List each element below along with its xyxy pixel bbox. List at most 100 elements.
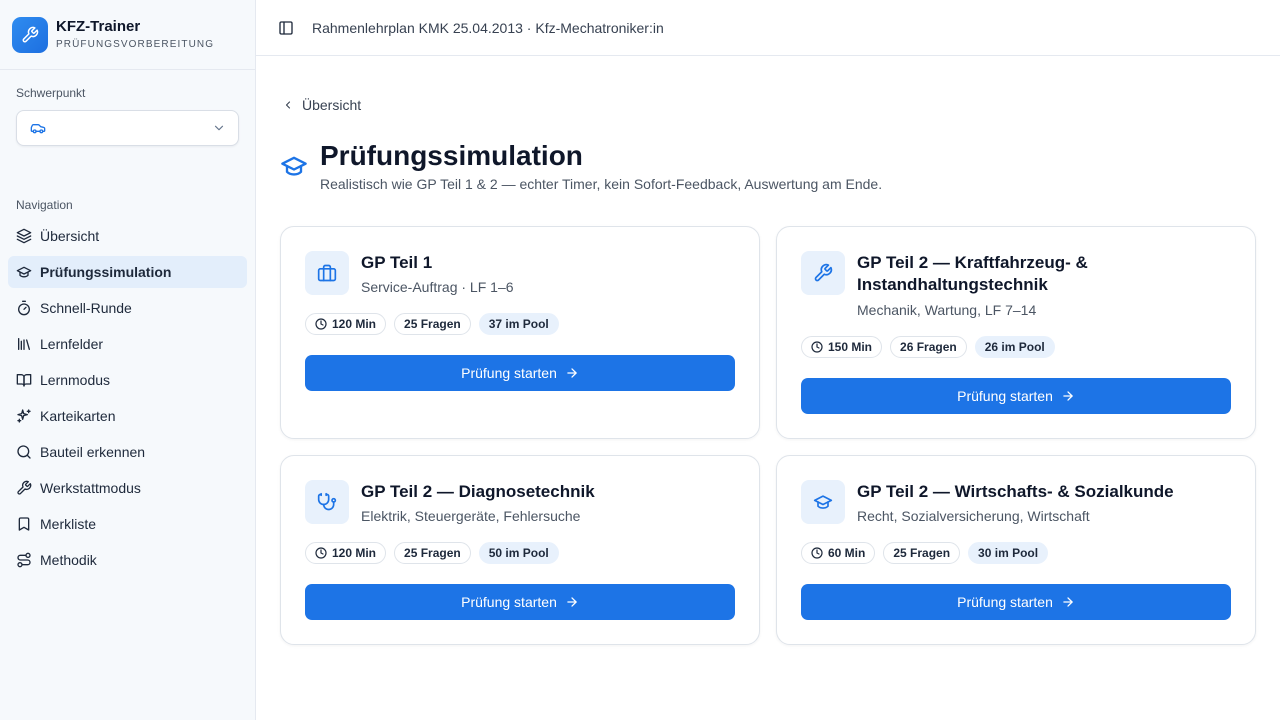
library-icon — [16, 336, 32, 352]
questions-badge: 26 Fragen — [890, 336, 967, 358]
sidebar-item-label: Schnell-Runde — [40, 300, 132, 316]
questions-badge: 25 Fragen — [394, 542, 471, 564]
sidebar-item-label: Lernmodus — [40, 372, 111, 388]
exam-card-gp-teil-2-wiso: GP Teil 2 — Wirtschafts- & Sozialkunde R… — [776, 455, 1256, 645]
start-exam-label: Prüfung starten — [957, 388, 1053, 404]
arrow-right-icon — [567, 368, 577, 378]
questions-badge: 25 Fragen — [394, 313, 471, 335]
focus-label: Schwerpunkt — [16, 86, 86, 100]
bookmark-icon — [16, 516, 32, 532]
card-title: GP Teil 2 — Wirtschafts- & Sozialkunde — [857, 482, 1174, 501]
briefcase-icon — [305, 251, 349, 295]
curriculum-context: Rahmenlehrplan KMK 25.04.2013 · Kfz-Mech… — [312, 19, 664, 36]
clock-icon — [315, 547, 327, 559]
sidebar-item-methodik[interactable]: Methodik — [8, 544, 247, 576]
duration-text: 60 Min — [828, 546, 866, 560]
arrow-right-icon — [1063, 391, 1073, 401]
graduation-cap-icon — [16, 264, 32, 280]
start-exam-button[interactable]: Prüfung starten — [305, 355, 735, 391]
exam-card-gp-teil-1: GP Teil 1 Service-Auftrag · LF 1–6 120 M… — [280, 226, 760, 439]
sidebar-item-karteikarten[interactable]: Karteikarten — [8, 400, 247, 432]
wrench-icon — [801, 251, 845, 295]
timer-icon — [16, 300, 32, 316]
book-open-icon — [16, 372, 32, 388]
sidebar-item-label: Übersicht — [40, 228, 100, 244]
page-subtitle: Realistisch wie GP Teil 1 & 2 — echter T… — [320, 176, 883, 192]
exam-card-gp-teil-2-kraftfahrzeugtechnik: GP Teil 2 — Kraftfahrzeug- & Instandhalt… — [776, 226, 1256, 439]
sidebar-item-lernfelder[interactable]: Lernfelder — [8, 328, 247, 360]
sidebar-item-uebersicht[interactable]: Übersicht — [8, 220, 247, 252]
exam-card-gp-teil-2-diagnosetechnik: GP Teil 2 — Diagnosetechnik Elektrik, St… — [280, 455, 760, 645]
sidebar-item-label: Lernfelder — [40, 336, 104, 352]
sidebar-nav: Übersicht Prüfungssimulation Schnell-Run… — [8, 220, 247, 580]
card-title: GP Teil 2 — Diagnosetechnik — [361, 482, 595, 501]
back-link[interactable]: Übersicht — [282, 97, 361, 113]
card-subtitle: Elektrik, Steuergeräte, Fehlersuche — [361, 508, 581, 524]
card-subtitle: Service-Auftrag · LF 1–6 — [361, 279, 514, 295]
sidebar-item-pruefungssimulation[interactable]: Prüfungssimulation — [8, 256, 247, 288]
wrench-logo-icon — [12, 16, 48, 53]
start-exam-button[interactable]: Prüfung starten — [801, 378, 1231, 414]
start-exam-button[interactable]: Prüfung starten — [305, 584, 735, 620]
card-badges: 120 Min 25 Fragen 50 im Pool — [305, 542, 567, 564]
arrow-right-icon — [567, 597, 577, 607]
clock-icon — [315, 318, 327, 330]
sidebar-item-label: Merkliste — [40, 516, 97, 532]
sidebar-item-werkstattmodus[interactable]: Werkstattmodus — [8, 472, 247, 504]
duration-badge: 120 Min — [305, 542, 387, 564]
brand-title: KFZ-Trainer — [56, 17, 141, 35]
chevron-down-icon — [212, 121, 226, 135]
graduation-cap-icon — [801, 480, 845, 524]
card-title: GP Teil 2 — Kraftfahrzeug- & Instandhalt… — [857, 253, 1088, 294]
card-badges: 150 Min 26 Fragen 26 im Pool — [801, 336, 1063, 358]
sidebar-item-bauteil-erkennen[interactable]: Bauteil erkennen — [8, 436, 247, 468]
sparkles-icon — [16, 408, 32, 424]
navigation-label: Navigation — [16, 198, 73, 212]
focus-select[interactable] — [16, 110, 239, 146]
duration-badge: 120 Min — [305, 313, 387, 335]
sidebar-toggle-icon[interactable] — [278, 20, 294, 36]
sidebar-item-lernmodus[interactable]: Lernmodus — [8, 364, 247, 396]
pool-badge: 50 im Pool — [478, 542, 559, 564]
card-subtitle: Mechanik, Wartung, LF 7–14 — [857, 302, 1037, 318]
sidebar-item-label: Bauteil erkennen — [40, 444, 146, 460]
page-title: Prüfungssimulation — [320, 140, 583, 171]
stethoscope-icon — [305, 480, 349, 524]
back-link-label: Übersicht — [302, 97, 362, 113]
graduation-cap-icon — [280, 152, 308, 180]
sidebar-item-label: Werkstattmodus — [40, 480, 141, 496]
arrow-right-icon — [1063, 597, 1073, 607]
brand[interactable]: KFZ-Trainer PRÜFUNGSVORBEREITUNG — [0, 0, 255, 70]
card-title: GP Teil 1 — [361, 253, 433, 272]
sidebar-item-schnell-runde[interactable]: Schnell-Runde — [8, 292, 247, 324]
route-icon — [16, 552, 32, 568]
start-exam-label: Prüfung starten — [461, 594, 557, 610]
duration-text: 120 Min — [332, 317, 377, 331]
duration-text: 150 Min — [828, 340, 873, 354]
sidebar-item-label: Methodik — [40, 552, 97, 568]
start-exam-label: Prüfung starten — [461, 365, 557, 381]
pool-badge: 26 im Pool — [974, 336, 1055, 358]
wrench-icon — [16, 480, 32, 496]
start-exam-button[interactable]: Prüfung starten — [801, 584, 1231, 620]
layers-icon — [16, 228, 32, 244]
card-badges: 60 Min 25 Fragen 30 im Pool — [801, 542, 1056, 564]
pool-badge: 30 im Pool — [968, 542, 1049, 564]
sidebar: KFZ-Trainer PRÜFUNGSVORBEREITUNG Schwerp… — [0, 0, 256, 720]
duration-badge: 150 Min — [801, 336, 883, 358]
sidebar-item-label: Karteikarten — [40, 408, 116, 424]
sidebar-item-label: Prüfungssimulation — [40, 264, 172, 280]
page-header: Prüfungssimulation — [280, 139, 583, 180]
questions-badge: 25 Fragen — [883, 542, 961, 564]
pool-badge: 37 im Pool — [478, 313, 559, 335]
start-exam-label: Prüfung starten — [957, 594, 1053, 610]
car-icon — [30, 120, 46, 136]
duration-badge: 60 Min — [801, 542, 876, 564]
chevron-left-icon — [285, 101, 291, 109]
search-icon — [16, 444, 32, 460]
brand-subtitle: PRÜFUNGSVORBEREITUNG — [56, 38, 215, 50]
clock-icon — [811, 341, 823, 353]
card-subtitle: Recht, Sozialversicherung, Wirtschaft — [857, 508, 1090, 524]
sidebar-item-merkliste[interactable]: Merkliste — [8, 508, 247, 540]
duration-text: 120 Min — [332, 546, 377, 560]
